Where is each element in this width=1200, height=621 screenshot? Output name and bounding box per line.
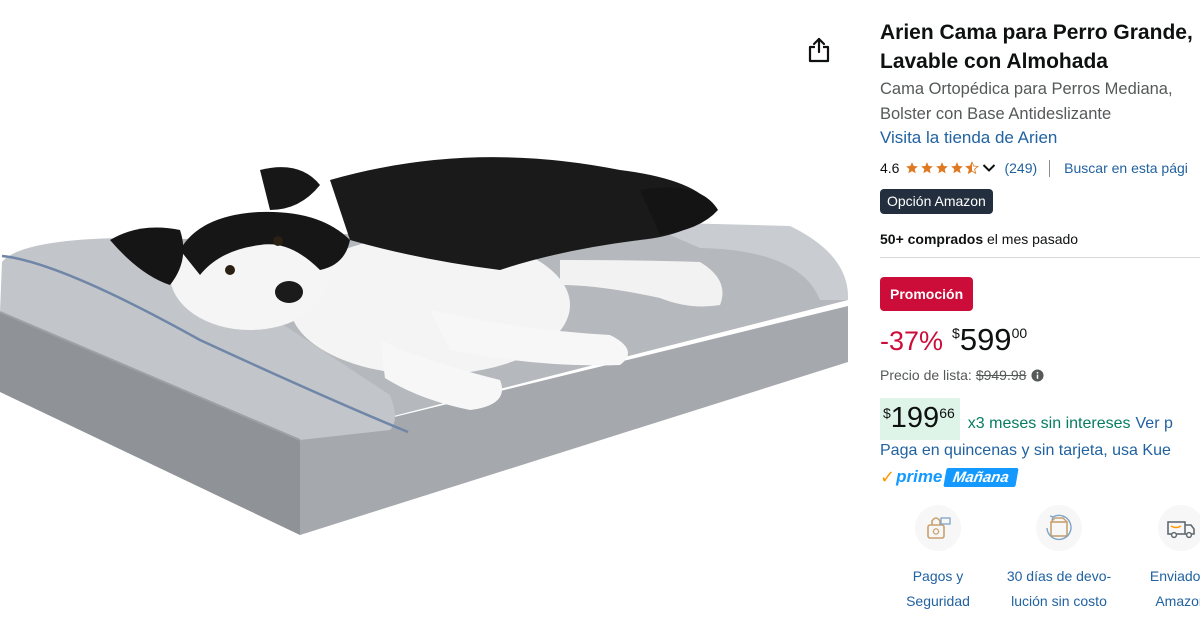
promotion-badge: Promoción [880, 277, 974, 311]
feature-label-line-2: lución sin costo [1011, 593, 1107, 609]
installment-whole: 199 [890, 402, 940, 434]
prime-delivery: ✓ prime Mañana [880, 464, 1019, 490]
review-count-link[interactable]: (249) [1004, 160, 1037, 176]
quincenas-link[interactable]: Paga en quincenas y sin tarjeta, usa Kue [880, 442, 1171, 460]
installment-row: $ 199 66 x3 meses sin intereses Ver p [880, 398, 1173, 440]
delivery-truck-icon [1158, 505, 1200, 551]
product-details: Arien Cama para Perro Grande, Lavable co… [880, 0, 1200, 621]
feature-label: Pagos y Seguridad [883, 564, 993, 614]
feature-shipped-by-amazon[interactable]: Enviado p Amazon [1126, 505, 1200, 614]
star-full-icon [906, 162, 919, 174]
product-title-line-2: Lavable con Almohada [880, 50, 1108, 73]
star-full-icon [921, 162, 934, 174]
chevron-down-icon [983, 164, 996, 172]
product-subtitle-line-2: Bolster con Base Antideslizante [880, 105, 1112, 123]
divider [1049, 159, 1051, 177]
product-title: Arien Cama para Perro Grande, Lavable co… [880, 18, 1193, 76]
star-full-icon [951, 162, 964, 174]
star-full-icon [936, 162, 949, 174]
price-whole: 599 [959, 322, 1012, 357]
feature-label-line-2: Seguridad [906, 593, 970, 609]
feature-list: Pagos y Seguridad 30 días de devo- lució… [880, 505, 1200, 621]
amazon-choice-badge: Opción Amazon [880, 189, 993, 214]
installment-currency: $ [883, 405, 891, 421]
feature-label-line-1: Pagos y [912, 568, 964, 584]
rating-row: 4.6 (249) Buscar en esta pági [880, 157, 1188, 179]
prime-logo-text: prime [896, 467, 943, 486]
installment-price: $ 199 66 [880, 398, 960, 440]
bought-count: 50+ comprados [880, 231, 984, 247]
list-price-row: Precio de lista: $949.98 [880, 367, 1044, 383]
search-page-link[interactable]: Buscar en esta pági [1064, 160, 1188, 176]
price-row: -37% $ 599 00 [880, 320, 1027, 362]
feature-label-line-1: Enviado p [1149, 568, 1200, 584]
feature-label: 30 días de devo- lución sin costo [1004, 564, 1114, 614]
feature-label-line-2: Amazon [1155, 593, 1200, 609]
store-link[interactable]: Visita la tienda de Arien [880, 128, 1057, 148]
secure-payment-icon [915, 505, 961, 551]
price-fraction: 00 [1011, 325, 1028, 341]
feature-label: Enviado p Amazon [1126, 564, 1200, 614]
prime-logo: ✓ prime [880, 467, 942, 488]
feature-label-line-1: 30 días de devo- [1006, 568, 1112, 584]
installment-text: x3 meses sin intereses [967, 415, 1131, 432]
share-button[interactable] [803, 34, 835, 66]
star-half-icon [965, 161, 980, 175]
list-price-label: Precio de lista: [880, 367, 972, 383]
star-rating[interactable] [905, 161, 1004, 175]
section-divider [880, 257, 1200, 258]
info-icon[interactable] [1031, 368, 1044, 382]
installment-fraction: 66 [939, 405, 955, 421]
product-subtitle-line-1: Cama Ortopédica para Perros Mediana, [880, 80, 1173, 98]
rating-value: 4.6 [880, 160, 900, 176]
bought-period: el mes pasado [983, 231, 1079, 247]
feature-returns[interactable]: 30 días de devo- lución sin costo [1004, 505, 1114, 614]
product-image[interactable] [0, 0, 860, 621]
product-subtitle: Cama Ortopédica para Perros Mediana, Bol… [880, 77, 1173, 127]
installment-link[interactable]: Ver p [1136, 415, 1173, 433]
share-icon [808, 37, 830, 63]
delivery-tomorrow-badge: Mañana [943, 467, 1019, 487]
price-currency: $ [952, 325, 960, 341]
product-image-area [0, 0, 860, 621]
discount-percent: -37% [880, 326, 944, 356]
product-title-line-1: Arien Cama para Perro Grande, [880, 21, 1193, 44]
prime-check-icon: ✓ [880, 466, 896, 487]
returns-icon [1036, 505, 1082, 551]
list-price-value: $949.98 [975, 367, 1027, 383]
bought-last-month: 50+ comprados el mes pasado [880, 231, 1078, 247]
feature-secure-payment[interactable]: Pagos y Seguridad [883, 505, 993, 614]
